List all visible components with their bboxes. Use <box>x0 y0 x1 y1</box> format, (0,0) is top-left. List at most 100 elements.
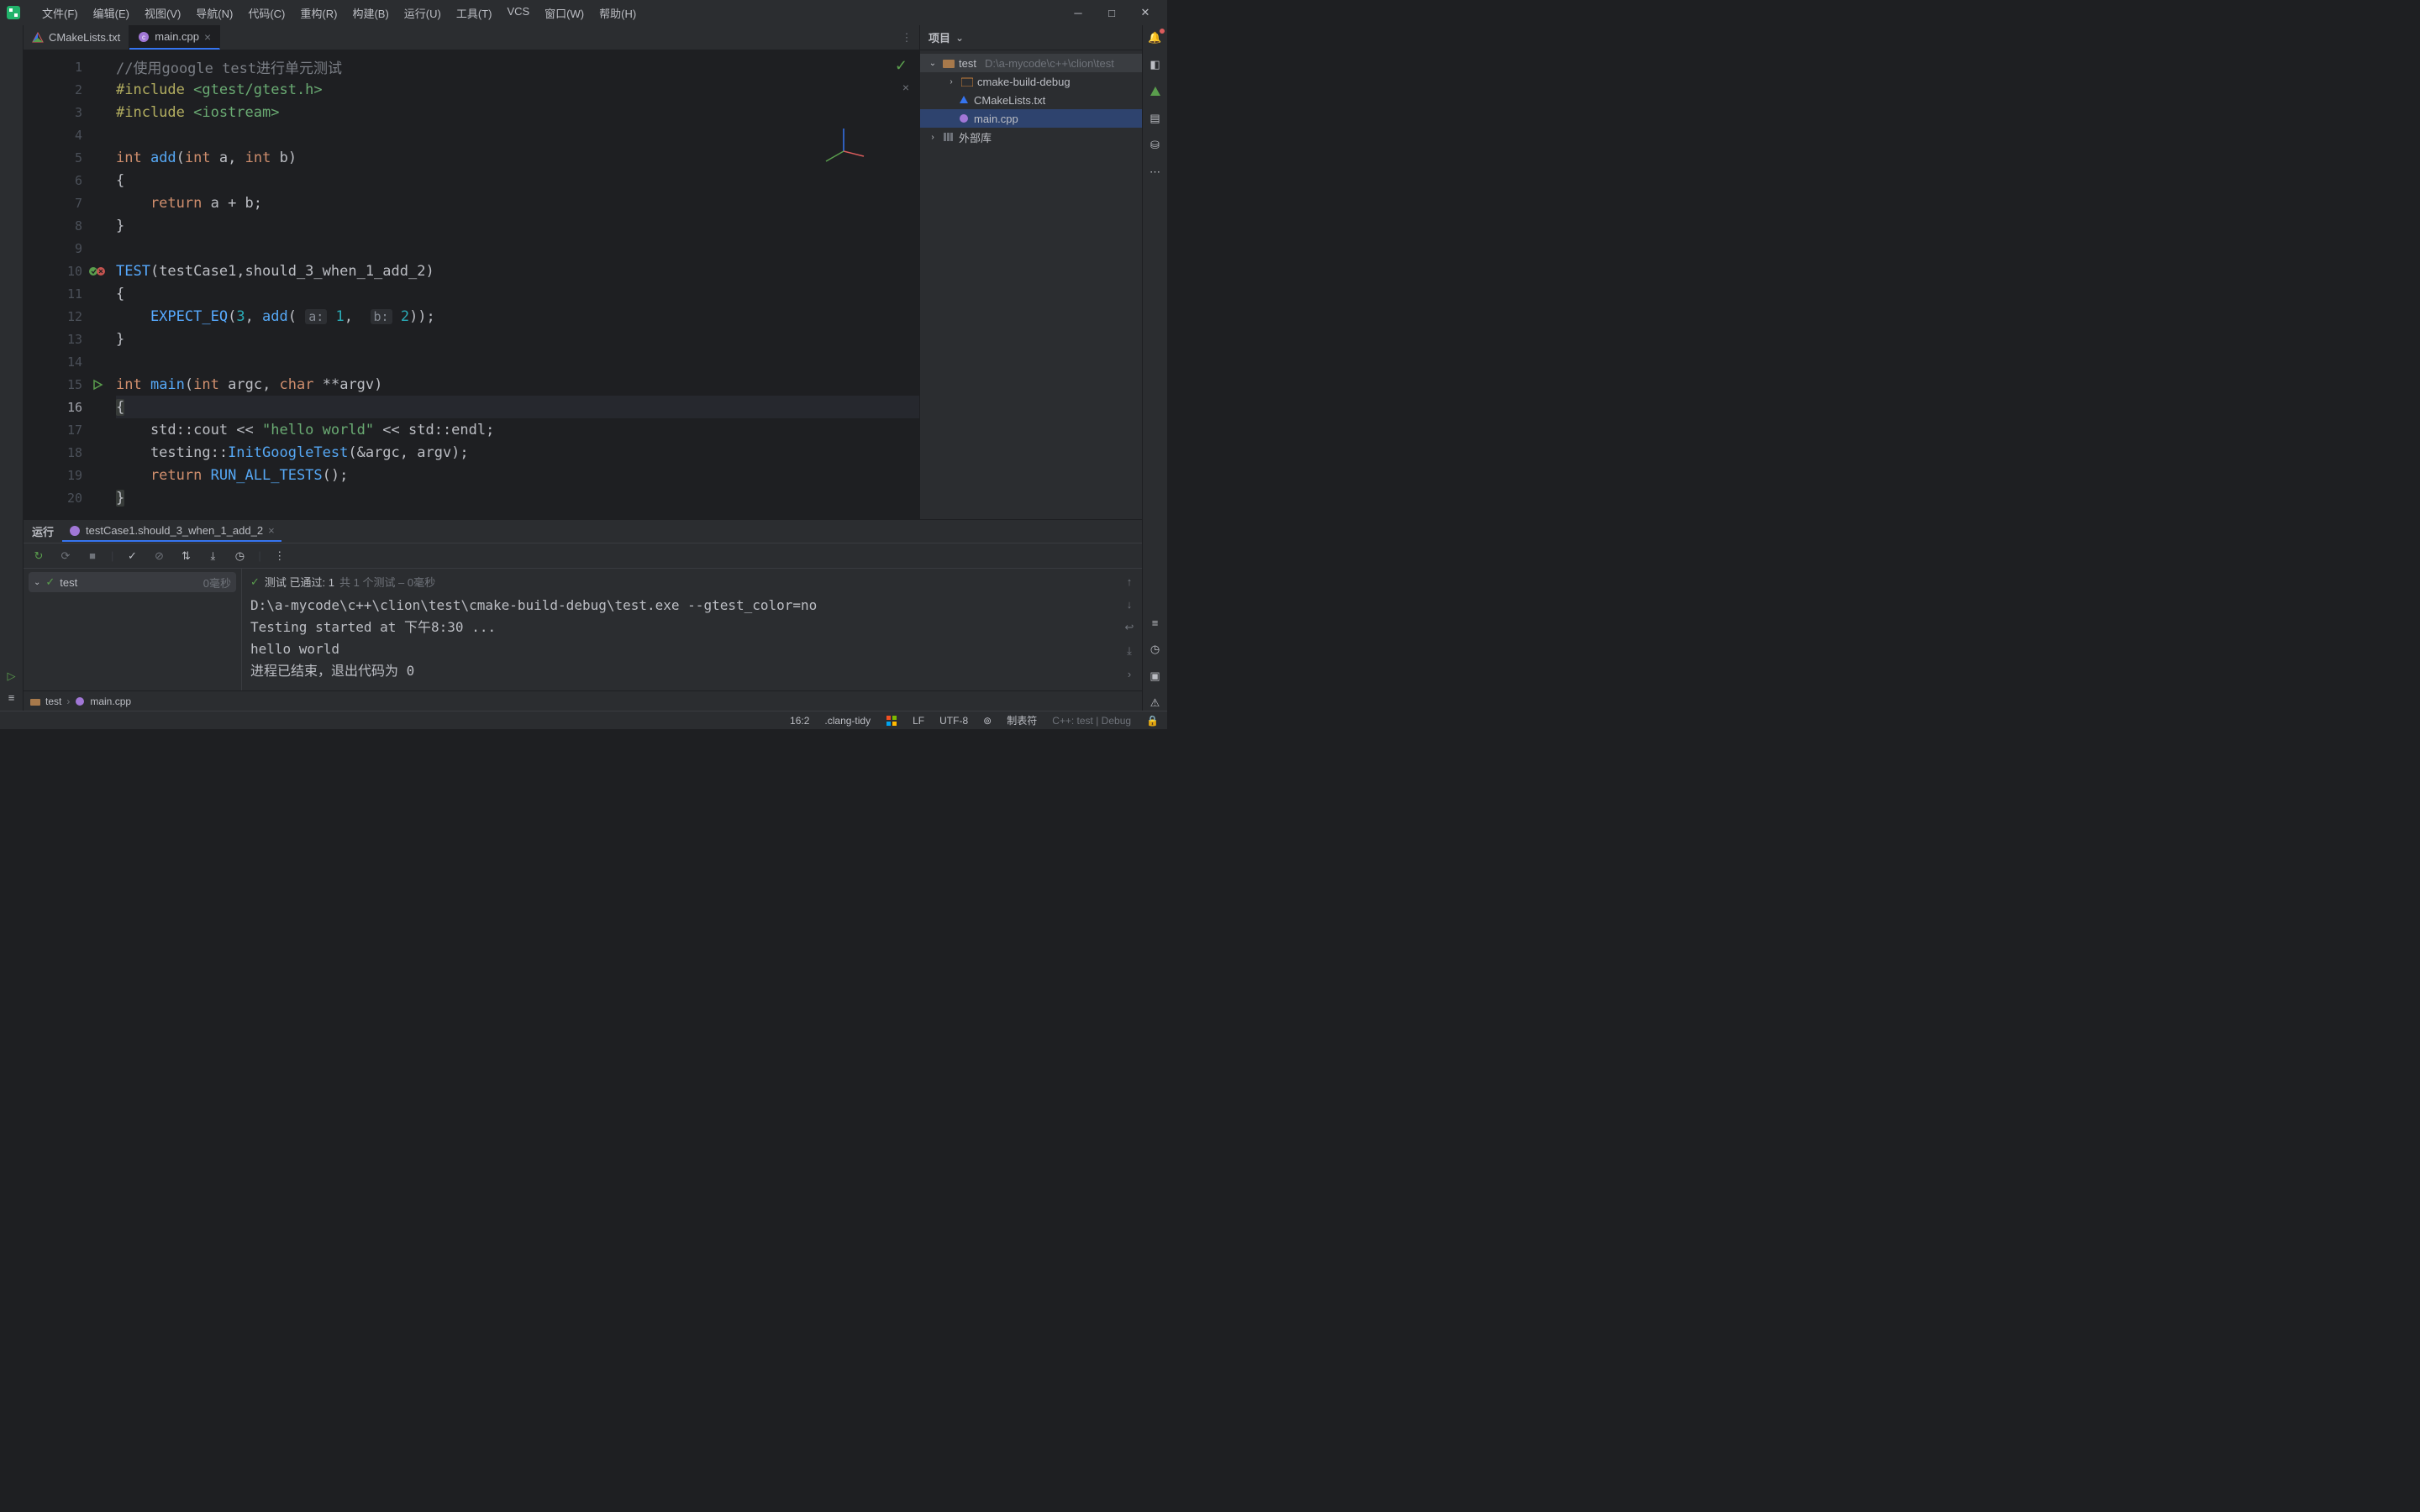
tree-cmake-debug[interactable]: › cmake-build-debug <box>920 72 1142 91</box>
cmake-icon <box>957 95 971 105</box>
windows-icon[interactable] <box>886 715 897 727</box>
lock-icon[interactable]: 🔒 <box>1146 715 1159 727</box>
run-tool-icon[interactable]: ▷ <box>8 669 16 683</box>
close-icon[interactable]: × <box>268 524 275 537</box>
menu-vcs[interactable]: VCS <box>500 2 536 24</box>
tree-main-cpp[interactable]: main.cpp <box>920 109 1142 128</box>
problems-icon[interactable]: ⚠ <box>1148 696 1163 711</box>
window-controls: ─ □ ✕ <box>1071 6 1160 19</box>
menu-run[interactable]: 运行(U) <box>397 2 448 24</box>
more-icon[interactable]: ⋮ <box>271 548 288 564</box>
breadcrumb-file[interactable]: main.cpp <box>90 696 131 707</box>
cpp-icon <box>69 525 81 537</box>
code-pane: CMakeLists.txt c main.cpp × ⋮ ✓ <box>24 25 919 519</box>
structure-tool-icon[interactable]: ≡ <box>8 691 15 704</box>
rerun-icon[interactable]: ↻ <box>30 548 47 564</box>
import-icon[interactable]: ⤓ <box>204 548 221 564</box>
menu-code[interactable]: 代码(C) <box>241 2 292 24</box>
build-config[interactable]: C++: test | Debug <box>1052 715 1131 727</box>
stop-icon[interactable]: ■ <box>84 548 101 564</box>
cpp-icon <box>957 113 971 123</box>
tab-close-icon[interactable]: × <box>204 30 211 44</box>
right-tool-strip: 🔔 ◧ ▤ ⛁ ⋯ ≡ ◷ ▣ ⚠ <box>1142 25 1167 711</box>
structure-icon[interactable]: ▤ <box>1148 111 1163 126</box>
terminal-icon[interactable]: ▣ <box>1148 669 1163 684</box>
tab-main-cpp-label: main.cpp <box>155 30 199 43</box>
menu-file[interactable]: 文件(F) <box>35 2 85 24</box>
cmake-tool-icon[interactable] <box>1148 84 1163 99</box>
indent[interactable]: 制表符 <box>1007 713 1037 727</box>
tab-cmakelists[interactable]: CMakeLists.txt <box>24 25 129 50</box>
menu-refactor[interactable]: 重构(R) <box>293 2 344 24</box>
scroll-down-icon[interactable]: ↓ <box>1127 598 1133 611</box>
project-header[interactable]: 项目 ⌄ <box>920 25 1142 50</box>
tree-root-path: D:\a-mycode\c++\clion\test <box>985 57 1114 70</box>
test-gutter-icon[interactable] <box>87 265 108 277</box>
database-icon[interactable]: ⛁ <box>1148 138 1163 153</box>
code-editor[interactable]: ✓ × 123 456 789 10 111213 14 15 161718 <box>24 50 919 519</box>
menu-help[interactable]: 帮助(H) <box>592 2 643 24</box>
cpp-icon <box>75 696 85 706</box>
ai-assistant-icon[interactable]: ◧ <box>1148 57 1163 72</box>
output-toolstrip: ↑ ↓ ↩ ⤓ › <box>1117 569 1142 690</box>
folder-icon <box>30 697 40 706</box>
title-bar: 文件(F) 编辑(E) 视图(V) 导航(N) 代码(C) 重构(R) 构建(B… <box>0 0 1167 25</box>
tree-external[interactable]: › 外部库 <box>920 128 1142 146</box>
project-title: 项目 <box>929 29 950 45</box>
notifications-icon[interactable]: 🔔 <box>1148 30 1163 45</box>
editor-tabs: CMakeLists.txt c main.cpp × ⋮ <box>24 25 919 50</box>
main-body: ▷ ≡ CMakeLists.txt c <box>0 25 1167 711</box>
breadcrumb-root[interactable]: test <box>45 696 61 707</box>
scroll-end-icon[interactable]: ⤓ <box>1127 644 1132 658</box>
code-body[interactable]: //使用google test进行单元测试 #include <gtest/gt… <box>116 50 919 519</box>
copilot-icon[interactable]: ⊚ <box>983 715 992 727</box>
chevron-right-icon: › <box>927 133 939 142</box>
run-toolbar: ↻ ⟳ ■ | ✓ ⊘ ⇅ ⤓ ◷ | ⋮ <box>24 543 1142 569</box>
sort-icon[interactable]: ⇅ <box>177 548 194 564</box>
svg-text:c: c <box>142 34 145 41</box>
cursor-position[interactable]: 16:2 <box>790 715 809 727</box>
menu-nav[interactable]: 导航(N) <box>189 2 239 24</box>
more-icon[interactable]: ⋯ <box>1148 165 1163 180</box>
menu-build[interactable]: 构建(B) <box>345 2 395 24</box>
tree-root-name: test <box>959 57 976 70</box>
project-pane: 项目 ⌄ ⌄ test D:\a-mycode\c++\clion\test <box>919 25 1142 519</box>
cmake-icon <box>32 32 44 44</box>
tabs-more-icon[interactable]: ⋮ <box>894 25 919 50</box>
maximize-button[interactable]: □ <box>1105 6 1118 19</box>
menu-window[interactable]: 窗口(W) <box>538 2 591 24</box>
status-bar: 16:2 .clang-tidy LF UTF-8 ⊚ 制表符 C++: tes… <box>0 711 1167 729</box>
chevron-down-icon: ⌄ <box>955 32 964 44</box>
soft-wrap-icon[interactable]: ↩ <box>1125 621 1134 634</box>
close-button[interactable]: ✕ <box>1139 6 1152 19</box>
test-row[interactable]: ⌄ ✓ test 0毫秒 <box>29 572 236 592</box>
console[interactable]: D:\a-mycode\c++\clion\test\cmake-build-d… <box>250 595 1108 682</box>
run-body: ⌄ ✓ test 0毫秒 ✓ 测试 已通过: 1 共 1 个测试 – 0毫秒 <box>24 569 1142 690</box>
run-panel: 运行 testCase1.should_3_when_1_add_2 × ↻ ⟳… <box>24 519 1142 690</box>
chevron-down-icon: ⌄ <box>927 59 939 68</box>
chevron-right-icon[interactable]: › <box>1128 668 1131 680</box>
tree-cmakelists[interactable]: CMakeLists.txt <box>920 91 1142 109</box>
encoding[interactable]: UTF-8 <box>939 715 968 727</box>
history-icon[interactable]: ◷ <box>231 548 248 564</box>
show-ignored-icon[interactable]: ⊘ <box>150 548 167 564</box>
tab-cmakelists-label: CMakeLists.txt <box>49 31 120 44</box>
tab-main-cpp[interactable]: c main.cpp × <box>129 25 220 50</box>
minimize-button[interactable]: ─ <box>1071 6 1085 19</box>
menu-view[interactable]: 视图(V) <box>138 2 187 24</box>
line-separator[interactable]: LF <box>913 715 924 727</box>
menu-edit[interactable]: 编辑(E) <box>87 2 136 24</box>
tree-root[interactable]: ⌄ test D:\a-mycode\c++\clion\test <box>920 54 1142 72</box>
run-config-tab[interactable]: testCase1.should_3_when_1_add_2 × <box>62 521 281 542</box>
list-icon[interactable]: ≡ <box>1148 615 1163 630</box>
test-summary-detail: 共 1 个测试 – 0毫秒 <box>339 574 435 590</box>
clang-tidy-status[interactable]: .clang-tidy <box>824 715 871 727</box>
clock-icon[interactable]: ◷ <box>1148 642 1163 657</box>
menu-tools[interactable]: 工具(T) <box>450 2 499 24</box>
project-tree: ⌄ test D:\a-mycode\c++\clion\test › <box>920 50 1142 150</box>
app-logo <box>7 6 20 19</box>
show-passed-icon[interactable]: ✓ <box>124 548 140 564</box>
rerun-failed-icon[interactable]: ⟳ <box>57 548 74 564</box>
run-gutter-icon[interactable] <box>87 379 108 391</box>
scroll-up-icon[interactable]: ↑ <box>1127 575 1133 588</box>
